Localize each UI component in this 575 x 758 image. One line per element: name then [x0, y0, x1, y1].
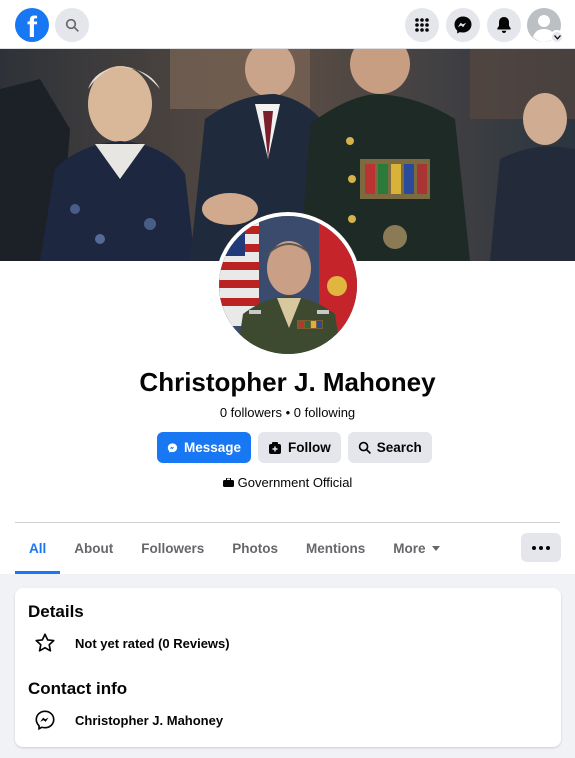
rating-row[interactable]: Not yet rated (0 Reviews) — [33, 631, 230, 655]
messenger-icon — [167, 442, 178, 453]
tab-mentions-label: Mentions — [306, 541, 366, 556]
tab-mentions[interactable]: Mentions — [292, 523, 379, 574]
more-options-button[interactable] — [521, 533, 561, 562]
tab-photos-label: Photos — [232, 541, 279, 556]
facebook-logo[interactable]: f — [15, 8, 49, 42]
rating-text: Not yet rated (0 Reviews) — [75, 635, 230, 651]
tab-more[interactable]: More — [379, 523, 453, 574]
ellipsis-dot — [546, 545, 550, 550]
category-label: Government Official — [237, 475, 353, 490]
ellipsis-icon — [532, 545, 536, 550]
page-category: Government Official — [0, 475, 575, 490]
search-icon[interactable] — [55, 8, 89, 42]
tab-about-label: About — [74, 541, 114, 556]
tab-all[interactable]: All — [15, 523, 61, 574]
follow-icon — [269, 441, 281, 454]
chevron-down-icon[interactable] — [550, 30, 564, 44]
details-heading: Details — [28, 602, 84, 621]
profile-tabs: All About Followers Photos Mentions More — [15, 523, 454, 574]
top-navigation-bar: f — [0, 0, 575, 49]
message-button[interactable]: Message — [157, 432, 251, 463]
account-avatar[interactable] — [527, 8, 564, 44]
tab-about[interactable]: About — [60, 523, 127, 574]
tab-followers-label: Followers — [141, 541, 205, 556]
messenger-outline-icon — [33, 708, 57, 732]
search-button-label: Search — [376, 440, 422, 455]
search-button[interactable]: Search — [347, 432, 432, 463]
contact-messenger-text: Christopher J. Mahoney — [75, 712, 224, 728]
briefcase-icon — [222, 478, 234, 487]
ellipsis-dot — [539, 545, 543, 550]
profile-picture[interactable] — [215, 212, 361, 358]
star-icon — [33, 631, 57, 655]
bell-icon[interactable] — [487, 8, 521, 42]
tab-more-label: More — [393, 541, 426, 556]
search-icon — [358, 441, 371, 454]
details-card: Details Not yet rated (0 Reviews) Contac… — [15, 588, 561, 747]
follow-button-label: Follow — [288, 440, 331, 455]
profile-actions: Message Follow Search — [157, 432, 432, 463]
menu-grid-icon[interactable] — [405, 8, 439, 42]
follower-stats[interactable]: 0 followers • 0 following — [0, 405, 575, 420]
tab-all-label: All — [29, 541, 47, 556]
message-button-label: Message — [183, 440, 241, 455]
page-title: Christopher J. Mahoney — [139, 367, 436, 397]
contact-messenger-row[interactable]: Christopher J. Mahoney — [33, 708, 223, 732]
tab-photos[interactable]: Photos — [218, 523, 292, 574]
messenger-icon[interactable] — [446, 8, 480, 42]
contact-info-heading: Contact info — [28, 679, 128, 698]
tab-followers[interactable]: Followers — [127, 523, 218, 574]
caret-down-icon — [431, 546, 440, 551]
follow-button[interactable]: Follow — [258, 432, 341, 463]
